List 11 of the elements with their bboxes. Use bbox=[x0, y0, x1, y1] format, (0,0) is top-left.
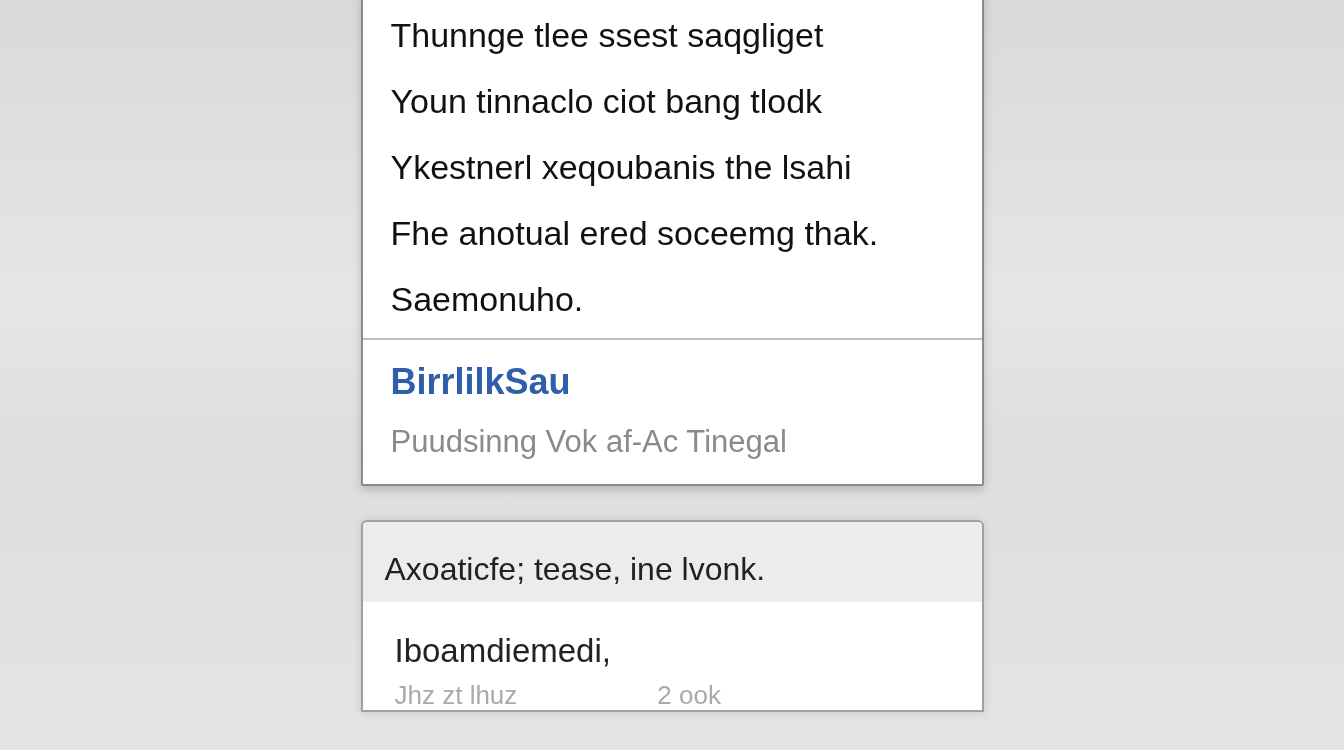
paragraph-line: Thunnge tlee ssest saqgliget bbox=[390, 15, 825, 56]
note-heading: Axoaticfe; tease, ine lvonk. bbox=[384, 551, 766, 588]
paragraph-line: Youn tinnaclo ciot bang tlodk bbox=[390, 81, 824, 122]
card-title: BirrlilkSau bbox=[390, 360, 572, 404]
paragraph-line: Saemonuho. bbox=[390, 279, 585, 320]
paragraph-line: Ykestnerl xeqoubanis the lsahi bbox=[390, 147, 853, 188]
note-text: Iboamdiemedi, bbox=[394, 632, 612, 670]
paragraph-line: Fhe anotual ered soceemg thak. bbox=[390, 213, 880, 254]
footer-text: Jhz zt lhuz bbox=[394, 680, 518, 710]
footer-value: 2 ook bbox=[657, 680, 721, 710]
card-subtitle: Puudsinng Vok af-Ac Tinegal bbox=[390, 423, 788, 461]
